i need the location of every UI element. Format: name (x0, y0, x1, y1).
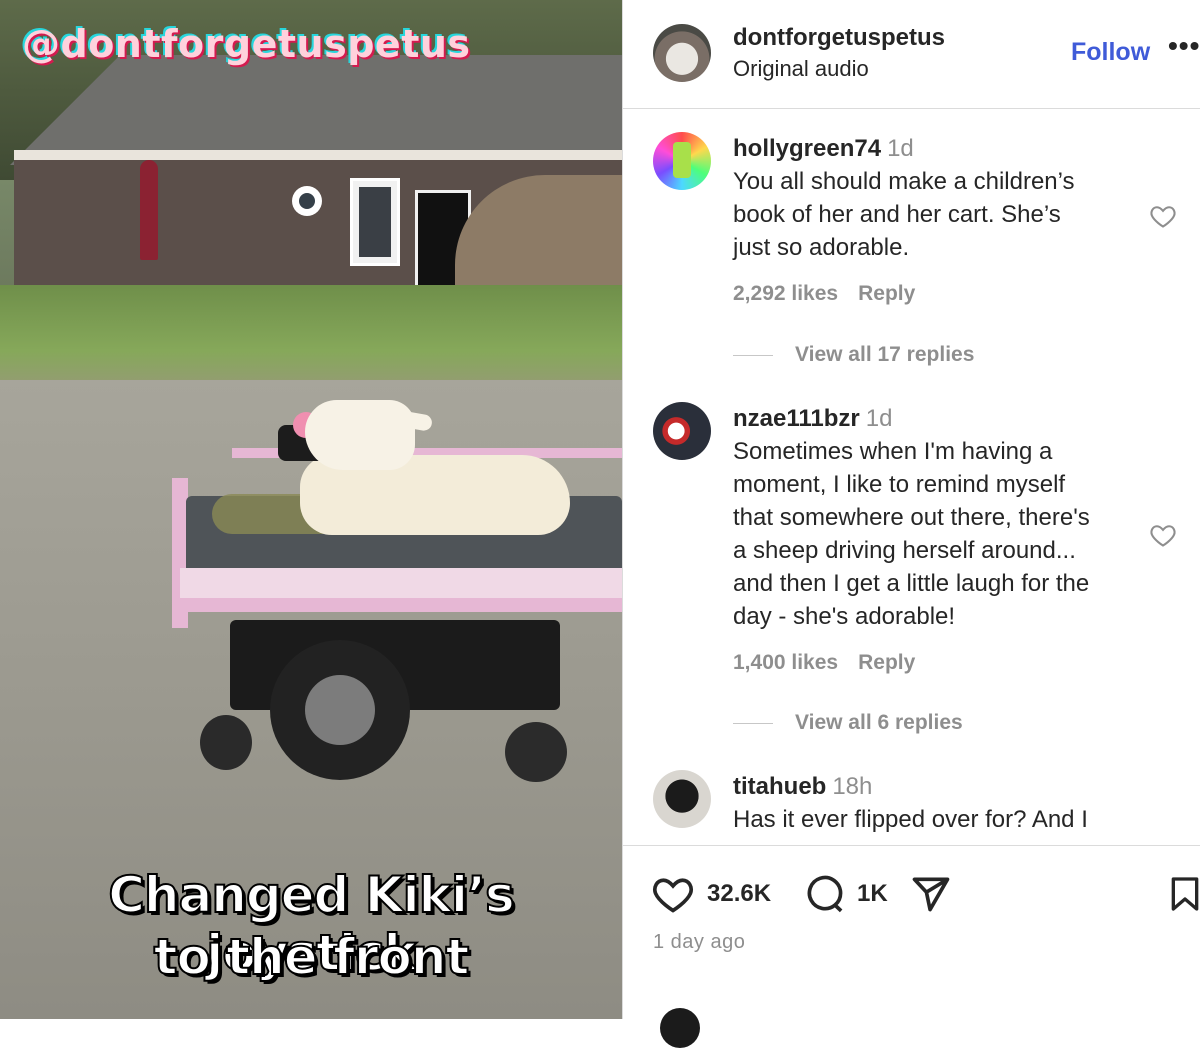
post-header: dontforgetuspetus Original audio Follow … (623, 0, 1200, 109)
comment-time: 1d (865, 405, 893, 432)
commenter-name[interactable]: nzae111bzr (733, 405, 860, 432)
comment-line: Sometimes when I'm having a (733, 438, 1053, 465)
post-side-panel: dontforgetuspetus Original audio Follow … (623, 0, 1200, 1020)
commenter-avatar[interactable] (653, 402, 711, 460)
heart-icon[interactable] (651, 872, 695, 916)
comment-like-heart-icon[interactable] (1149, 202, 1177, 230)
commenter-username[interactable]: nzae111bzr 1d (733, 405, 892, 433)
comment-bubble-icon[interactable] (803, 872, 847, 916)
comment-line: You all should make a children’s (733, 168, 1075, 195)
comment-like-heart-icon[interactable] (1149, 521, 1177, 549)
post-action-bar: 32.6K 1K 1 day ago (623, 845, 1200, 1020)
video-player[interactable]: @dontforgetuspetus Changed Kiki’s joysti… (0, 0, 622, 1019)
rear-caster (505, 722, 567, 782)
drive-wheel (270, 640, 410, 780)
comment-meta: 1,400 likes Reply (733, 651, 935, 675)
commenter-username[interactable]: titahueb 18h (733, 773, 872, 801)
like-count[interactable]: 32.6K (707, 880, 771, 908)
paper-plane-icon[interactable] (909, 872, 953, 916)
commenter-avatar[interactable] (653, 132, 711, 190)
commenter-name[interactable]: titahueb (733, 773, 826, 800)
commenter-username[interactable]: hollygreen74 1d (733, 135, 914, 163)
comment-time: 1d (887, 135, 914, 162)
house-window (350, 178, 400, 266)
cart-bottom-rail (180, 598, 622, 612)
comments-list[interactable]: hollygreen74 1d You all should make a chi… (623, 108, 1200, 845)
comment-line: that somewhere out there, there's (733, 504, 1090, 531)
view-replies-button[interactable]: View all 17 replies (733, 343, 974, 367)
comment-line: book of her and her cart. She’s (733, 201, 1061, 228)
comment-count[interactable]: 1K (857, 880, 888, 908)
house-trim (14, 150, 622, 160)
follow-button[interactable]: Follow (1071, 38, 1150, 67)
comment-text: You all should make a children’s book of… (733, 165, 1143, 264)
view-replies-button[interactable]: View all 6 replies (733, 711, 963, 735)
comment-likes[interactable]: 2,292 likes (733, 282, 838, 305)
lawn (0, 285, 622, 395)
author-username[interactable]: dontforgetuspetus (733, 24, 945, 52)
comment-time: 18h (832, 773, 873, 800)
comment-text: Has it ever flipped over for? And I (733, 803, 1143, 836)
comment-line: moment, I like to remind myself (733, 471, 1066, 498)
comment-line: Has it ever flipped over for? And I (733, 806, 1088, 833)
commenter-name[interactable]: hollygreen74 (733, 135, 881, 162)
author-avatar[interactable] (653, 24, 711, 82)
sheep-head (305, 400, 415, 470)
video-handle-overlay: @dontforgetuspetus (22, 22, 471, 66)
comment-line: just so adorable. (733, 234, 910, 261)
commenter-avatar[interactable] (653, 770, 711, 828)
next-avatar-peek (660, 1008, 700, 1048)
comment-line: day - she's adorable! (733, 603, 956, 630)
bookmark-icon[interactable] (1165, 872, 1200, 916)
patio-umbrella (140, 160, 158, 260)
round-window (292, 186, 322, 216)
instagram-post-view: @dontforgetuspetus Changed Kiki’s joysti… (0, 0, 1200, 1048)
post-timestamp[interactable]: 1 day ago (653, 931, 745, 954)
reply-button[interactable]: Reply (858, 651, 915, 674)
more-options-icon[interactable]: ••• (1168, 30, 1200, 62)
comment-line: and then I get a little laugh for the (733, 570, 1090, 597)
comment-text: Sometimes when I'm having a moment, I li… (733, 435, 1143, 633)
video-caption-line-2: to the front (153, 927, 471, 987)
comment-line: a sheep driving herself around... (733, 537, 1076, 564)
audio-label[interactable]: Original audio (733, 56, 869, 82)
reply-button[interactable]: Reply (858, 282, 915, 305)
comment-meta: 2,292 likes Reply (733, 282, 935, 306)
front-caster (200, 715, 252, 770)
comment-likes[interactable]: 1,400 likes (733, 651, 838, 674)
